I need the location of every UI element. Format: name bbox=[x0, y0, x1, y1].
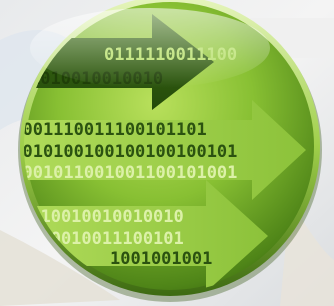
binary-row: 10001011001001100101001 bbox=[2, 163, 237, 183]
disc-highlight bbox=[30, 8, 270, 88]
icon-stage: 0111110011100 1010010010010 000011100111… bbox=[0, 0, 334, 306]
binary-row: 00010100100100100100101 bbox=[2, 142, 237, 162]
data-transfer-icon: 0111110011100 1010010010010 000011100111… bbox=[0, 0, 334, 306]
binary-row: 00001110011100101101 bbox=[2, 120, 207, 140]
binary-row: 1001001001 bbox=[110, 249, 212, 269]
